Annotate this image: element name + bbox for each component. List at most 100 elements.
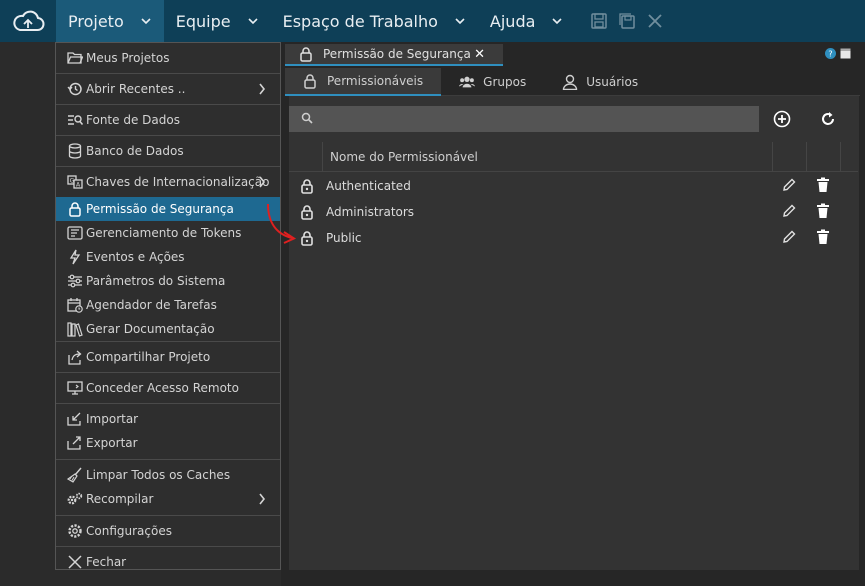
menu-item-recompilar[interactable]: Recompilar: [56, 487, 280, 511]
menu-item-agendador-de-tarefas[interactable]: Agendador de Tarefas: [56, 293, 280, 317]
tab-permissao-de-seguranca[interactable]: Permissão de Segurança ✕: [285, 44, 503, 66]
menu-item-compartilhar-projeto[interactable]: Compartilhar Projeto: [56, 342, 280, 372]
menu-item-eventos-e-acoes[interactable]: Eventos e Ações: [56, 245, 280, 269]
menu-equipe-label: Equipe: [175, 11, 231, 31]
chevron-down-icon: [141, 18, 151, 25]
sliders-icon: [66, 273, 84, 289]
row-name: Administrators: [326, 205, 415, 219]
calendar-clock-icon: [66, 297, 84, 313]
chevron-right-icon: [259, 493, 266, 505]
remote-access-icon: [66, 380, 84, 396]
menu-item-chaves-internacionalizacao[interactable]: GA Chaves de Internacionalização: [56, 167, 280, 197]
menu-item-label: Meus Projetos: [86, 51, 170, 65]
menu-item-gerenciamento-de-tokens[interactable]: Gerenciamento de Tokens: [56, 221, 280, 245]
menu-item-exportar[interactable]: Exportar: [56, 431, 280, 455]
bolt-icon: [66, 249, 84, 265]
menu-item-label: Agendador de Tarefas: [86, 298, 217, 312]
menu-item-banco-de-dados[interactable]: Banco de Dados: [56, 136, 280, 166]
chevron-right-icon: [259, 83, 266, 95]
menu-item-permissao-de-seguranca[interactable]: Permissão de Segurança: [56, 197, 280, 221]
lock-icon: [66, 201, 84, 217]
folder-open-icon: [66, 50, 84, 66]
menu-item-label: Gerenciamento de Tokens: [86, 226, 242, 240]
menu-item-label: Importar: [86, 412, 139, 426]
tab-close-icon[interactable]: ✕: [474, 47, 485, 62]
menu-item-meus-projetos[interactable]: Meus Projetos: [56, 43, 280, 73]
edit-pencil-icon[interactable]: [781, 229, 797, 245]
chevron-down-icon: [248, 18, 258, 25]
close-icon[interactable]: [646, 12, 664, 30]
menubar: Projeto Equipe Espaço de Trabalho Ajuda: [0, 0, 865, 42]
svg-text:G: G: [70, 178, 75, 185]
history-icon: [66, 81, 84, 97]
column-divider: [322, 142, 323, 172]
chevron-down-icon: [455, 18, 465, 25]
trash-icon[interactable]: [816, 177, 830, 193]
menu-item-label: Banco de Dados: [86, 144, 184, 158]
database-icon: [66, 143, 84, 159]
menu-item-fonte-de-dados[interactable]: Fonte de Dados: [56, 105, 280, 135]
menu-item-limpar-caches[interactable]: Limpar Todos os Caches: [56, 460, 280, 487]
table-row[interactable]: Administrators: [289, 199, 858, 225]
subtab-usuarios[interactable]: Usuários: [544, 68, 656, 96]
menu-item-gerar-documentacao[interactable]: Gerar Documentação: [56, 317, 280, 341]
cloud-logo-icon[interactable]: [0, 0, 56, 42]
column-header-name[interactable]: Nome do Permissionável: [330, 150, 478, 164]
column-divider: [840, 142, 841, 172]
table-row[interactable]: Public: [289, 225, 858, 251]
books-icon: [66, 321, 84, 337]
subtabs: Permissionáveis Grupos Usuários: [285, 68, 860, 96]
table-row[interactable]: Authenticated: [289, 173, 858, 199]
cogs-icon: [66, 491, 84, 507]
trash-icon[interactable]: [816, 203, 830, 219]
menu-item-label: Permissão de Segurança: [86, 202, 234, 216]
edit-pencil-icon[interactable]: [781, 203, 797, 219]
trash-icon[interactable]: [816, 229, 830, 245]
column-divider: [806, 142, 807, 172]
subtab-label: Usuários: [586, 75, 639, 89]
menu-item-abrir-recentes[interactable]: Abrir Recentes ..: [56, 74, 280, 104]
import-icon: [66, 411, 84, 427]
search-icon: [301, 112, 313, 124]
menu-item-conceder-acesso-remoto[interactable]: Conceder Acesso Remoto: [56, 373, 280, 403]
menu-item-label: Compartilhar Projeto: [86, 350, 211, 364]
menu-equipe[interactable]: Equipe: [164, 0, 271, 42]
svg-text:?: ?: [828, 50, 832, 59]
menu-item-importar[interactable]: Importar: [56, 404, 280, 431]
menu-ajuda[interactable]: Ajuda: [478, 0, 576, 42]
column-divider: [772, 142, 773, 172]
add-button[interactable]: [772, 109, 792, 129]
lock-icon: [300, 47, 312, 62]
subtab-grupos[interactable]: Grupos: [441, 68, 544, 96]
help-icon[interactable]: ?: [825, 48, 836, 59]
menu-item-parametros-do-sistema[interactable]: Parâmetros do Sistema: [56, 269, 280, 293]
export-icon: [66, 435, 84, 451]
broom-icon: [66, 467, 84, 483]
menu-ajuda-label: Ajuda: [489, 11, 536, 31]
save-icon[interactable]: [590, 12, 608, 30]
menu-item-label: Abrir Recentes ..: [86, 82, 186, 96]
maximize-icon[interactable]: [840, 48, 851, 59]
translate-icon: GA: [66, 174, 84, 190]
refresh-button[interactable]: [818, 109, 838, 129]
plus-circle-icon: [773, 110, 791, 128]
menu-item-configuracoes[interactable]: Configurações: [56, 516, 280, 546]
menu-projeto[interactable]: Projeto: [56, 0, 164, 42]
user-icon: [562, 74, 578, 90]
menu-item-label: Limpar Todos os Caches: [86, 468, 231, 482]
share-icon: [66, 349, 84, 365]
menu-espaco-label: Espaço de Trabalho: [282, 11, 438, 31]
menu-item-label: Conceder Acesso Remoto: [86, 381, 239, 395]
subtab-permissionaveis[interactable]: Permissionáveis: [285, 68, 442, 96]
save-all-icon[interactable]: [618, 12, 636, 30]
left-gutter: [0, 42, 56, 586]
menu-item-fechar[interactable]: Fechar: [56, 547, 280, 577]
lock-icon: [301, 179, 313, 194]
search-input[interactable]: [289, 106, 759, 132]
subtab-label: Grupos: [483, 75, 527, 89]
lock-icon: [303, 73, 319, 89]
chevron-down-icon: [552, 18, 562, 25]
menu-item-label: Configurações: [86, 524, 172, 538]
menu-espaco-de-trabalho[interactable]: Espaço de Trabalho: [271, 0, 478, 42]
edit-pencil-icon[interactable]: [781, 177, 797, 193]
